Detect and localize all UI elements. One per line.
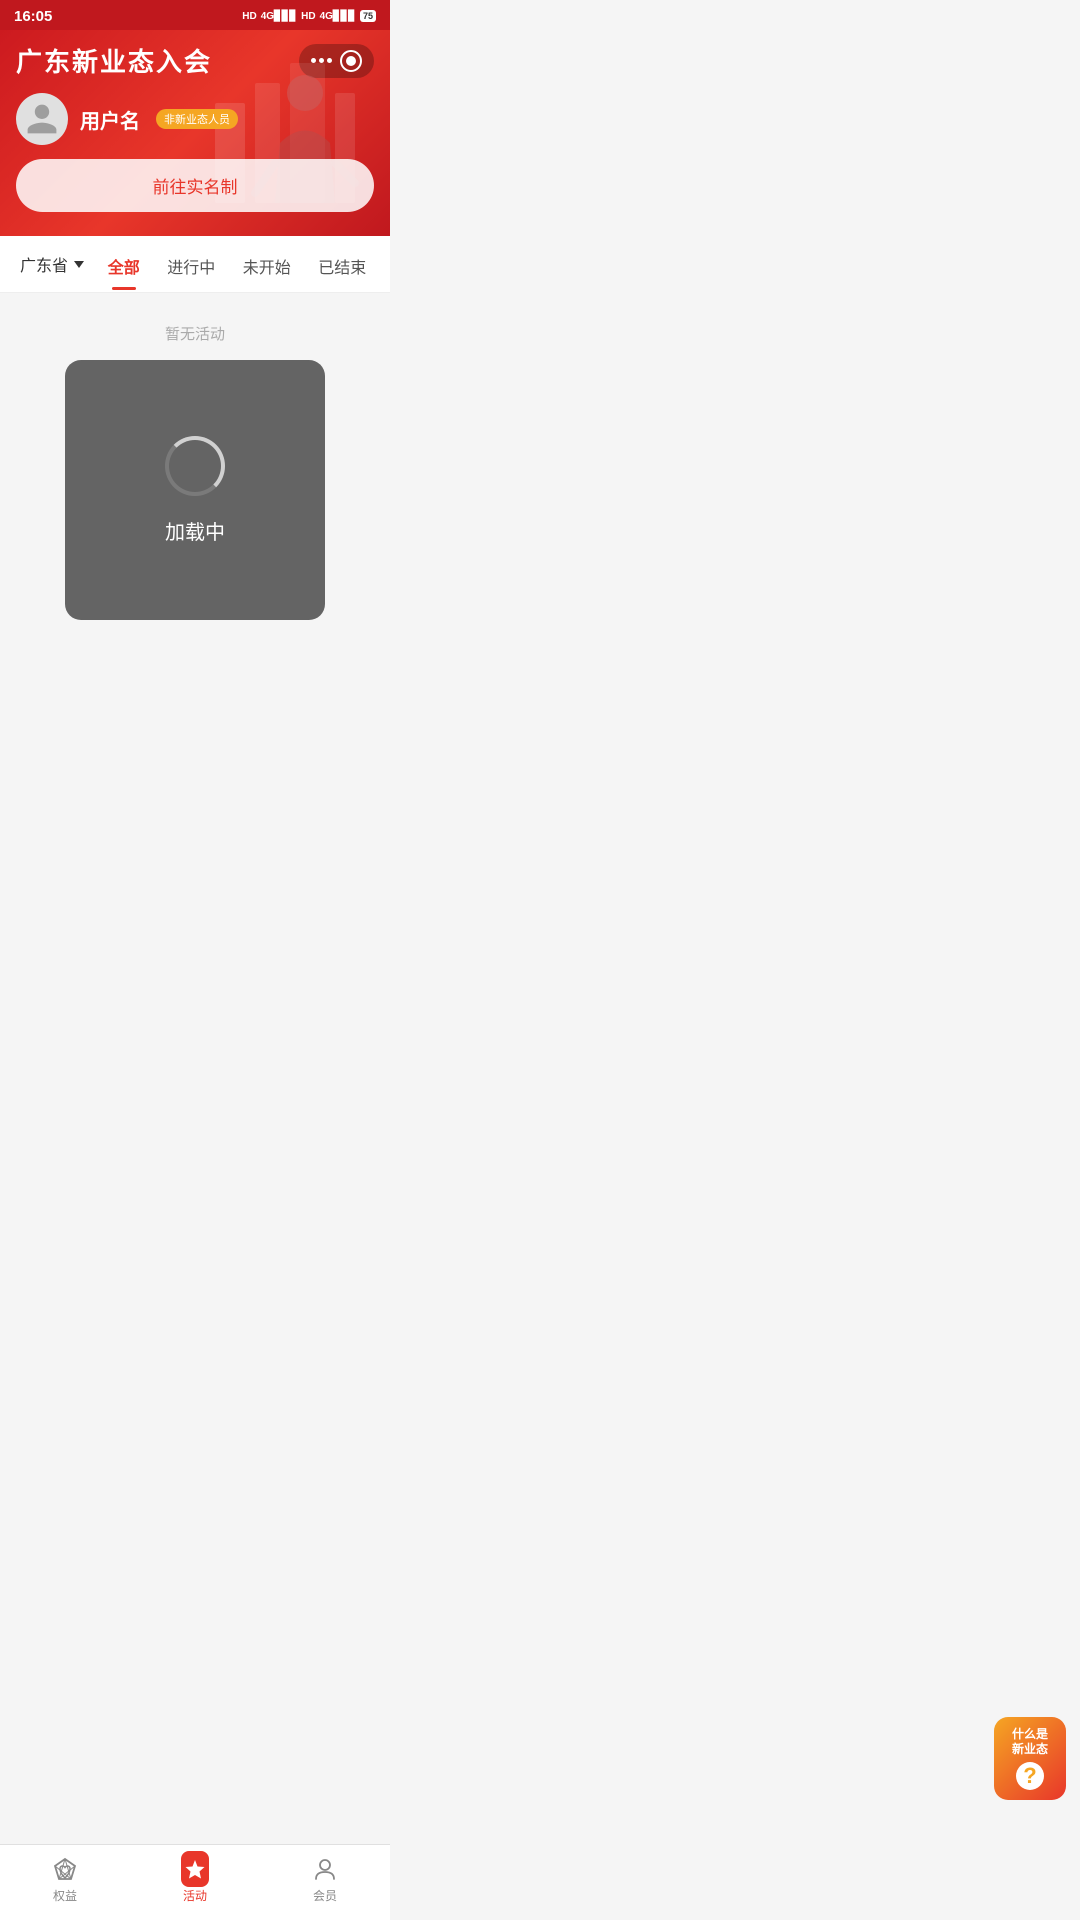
bottom-nav: 权益 活动 会员 [0,1844,390,1920]
battery-icon: 75 [360,10,376,22]
status-bar: 16:05 HD 4G▊▊▊ HD 4G▊▊▊ 75 [0,0,390,30]
star-icon-bg [181,1851,209,1887]
content-area: 暂无活动 加载中 [0,293,390,693]
avatar-icon [24,101,60,137]
what-is-new-economy-button[interactable]: 什么是 新业态 ? [994,1717,1066,1800]
loading-spinner [165,436,225,496]
empty-text: 暂无活动 [165,323,225,344]
region-selector[interactable]: 广东省 [10,236,94,292]
user-badge: 非新业态人员 [156,109,238,129]
status-time: 16:05 [14,8,52,25]
realname-button[interactable]: 前往实名制 [16,159,374,212]
nav-item-rights[interactable]: 权益 [0,1855,130,1904]
hd-icon-2: HD [301,11,315,22]
user-name: 用户名 [80,105,140,134]
nav-item-activities[interactable]: 活动 [130,1855,260,1904]
person-icon [311,1855,339,1883]
floating-btn-text-line2: 新业态 [1006,1742,1054,1758]
question-mark-icon: ? [1016,1762,1044,1790]
nav-label-activities: 活动 [183,1887,207,1904]
star-icon-active [181,1855,209,1883]
avatar [16,93,68,145]
tab-ended[interactable]: 已结束 [310,238,374,290]
signal-icon: 4G▊▊▊ [261,11,297,22]
app-title: 广东新业态入会 [16,42,212,79]
tab-not-started[interactable]: 未开始 [235,238,299,290]
tab-all[interactable]: 全部 [100,238,148,290]
diamond-icon [51,1855,79,1883]
floating-btn-text-line1: 什么是 [1006,1727,1054,1743]
filter-tabs: 全部 进行中 未开始 已结束 [94,238,380,290]
user-row: 用户名 非新业态人员 [16,93,374,145]
chevron-down-icon [74,261,84,268]
filter-bar: 广东省 全部 进行中 未开始 已结束 [0,236,390,293]
user-info: 用户名 非新业态人员 [80,105,238,134]
nav-item-member[interactable]: 会员 [260,1855,390,1904]
tab-ongoing[interactable]: 进行中 [159,238,223,290]
nav-label-member: 会员 [313,1887,337,1904]
signal-icon-2: 4G▊▊▊ [320,11,356,22]
hd-icon-1: HD [242,11,256,22]
banner: 广东新业态入会 [0,30,390,236]
status-icons: HD 4G▊▊▊ HD 4G▊▊▊ 75 [242,10,376,22]
region-label: 广东省 [20,252,68,276]
nav-label-rights: 权益 [53,1887,77,1904]
loading-text: 加载中 [165,516,225,545]
loading-overlay: 加载中 [65,360,325,620]
